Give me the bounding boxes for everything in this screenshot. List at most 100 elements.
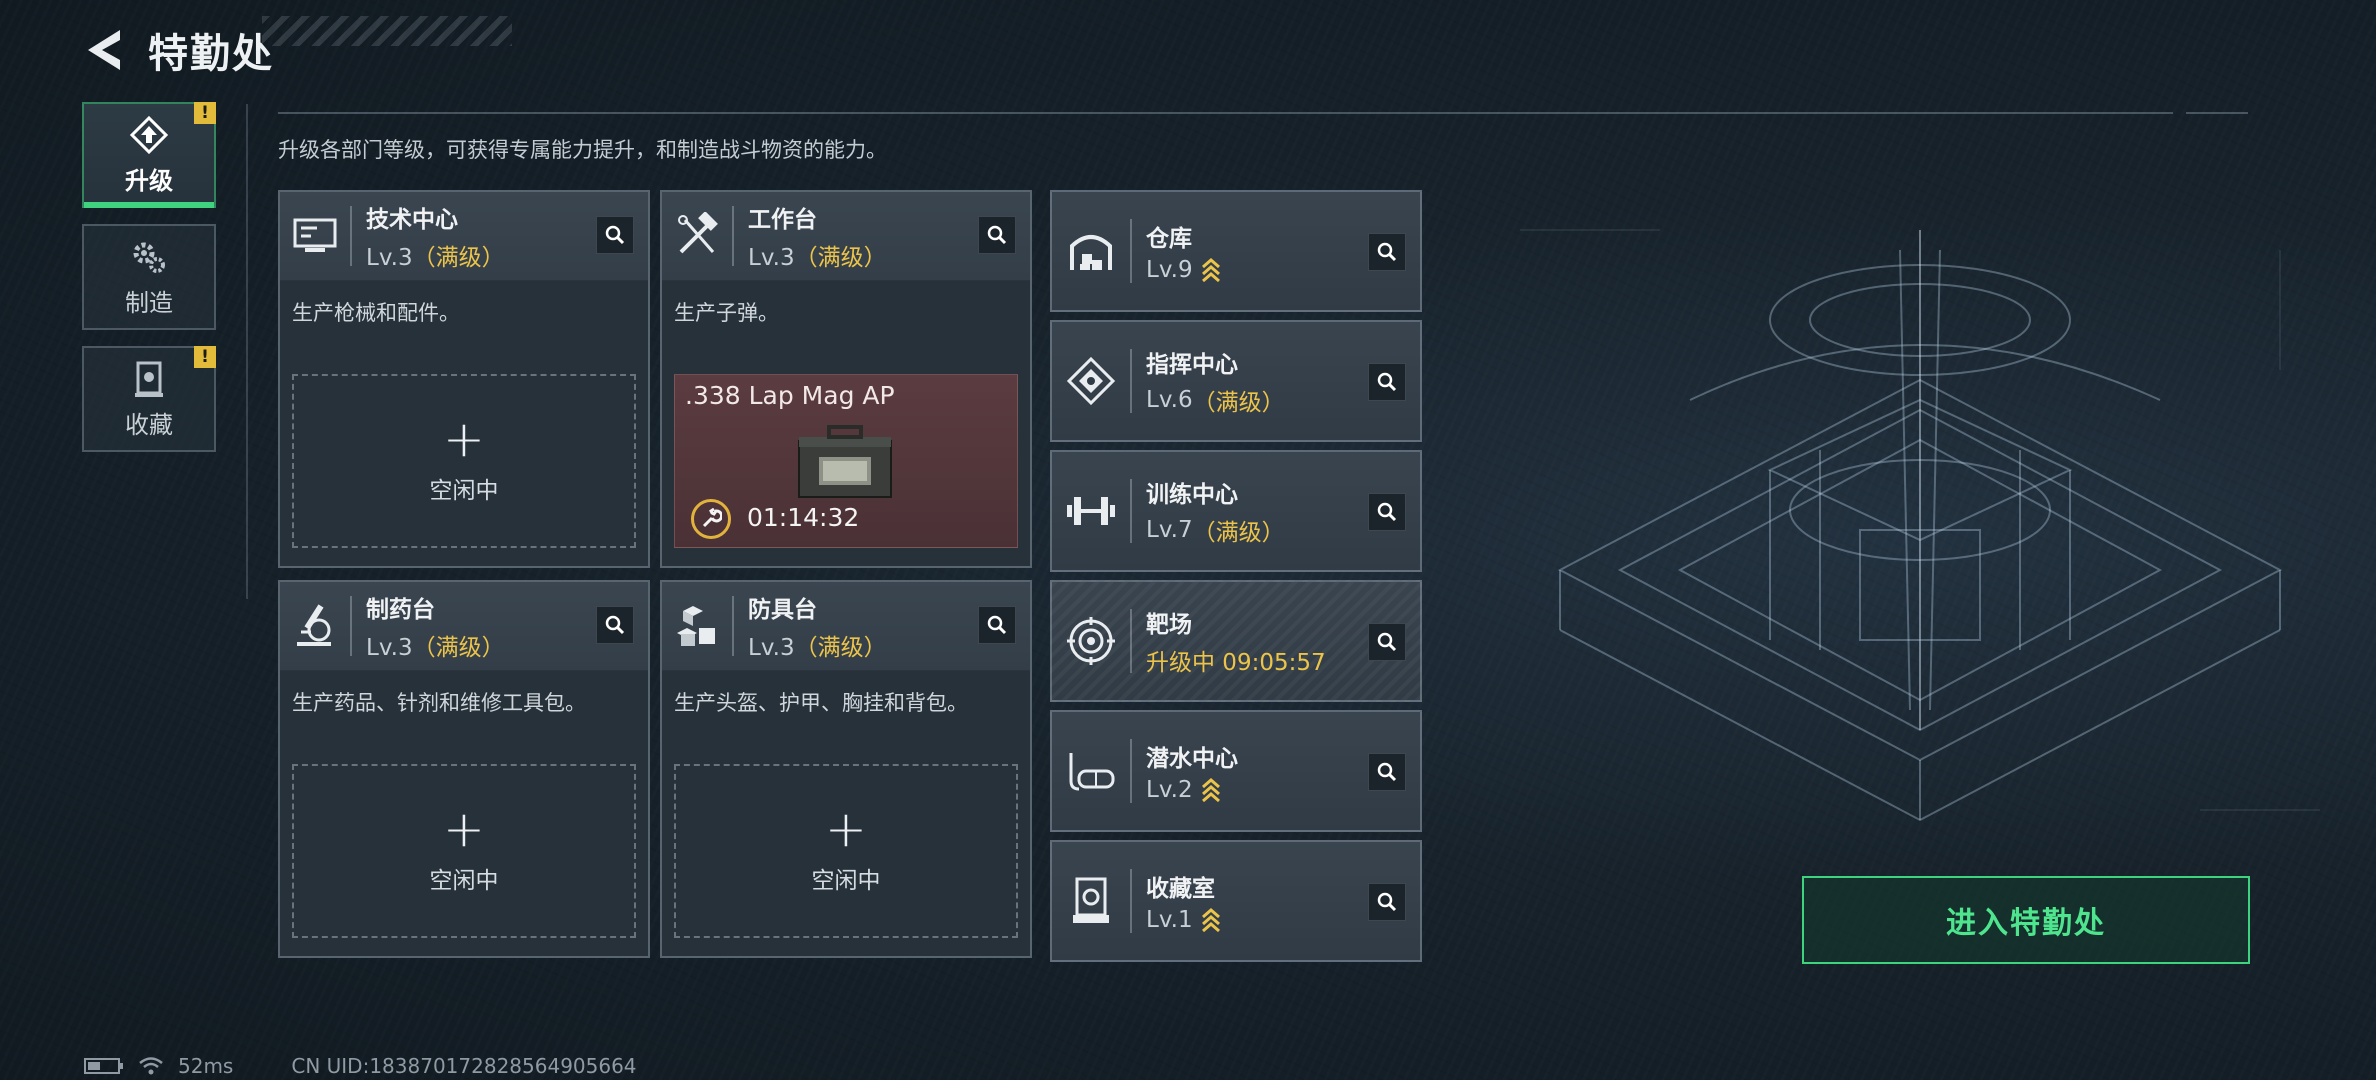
product-name: .338 Lap Mag AP xyxy=(685,381,895,410)
computer-icon xyxy=(280,192,350,280)
wrench-icon xyxy=(691,499,731,539)
max-level-tag: （满级） xyxy=(794,635,887,661)
facility-level: Lv.9 xyxy=(1146,257,1193,283)
inspect-button[interactable] xyxy=(978,216,1016,254)
tab-upgrade[interactable]: 升级 ! xyxy=(82,102,216,208)
facility-card-workbench[interactable]: 工作台 Lv.3（满级） 生产子弹。 .338 Lap Mag AP 01:14… xyxy=(660,190,1032,568)
facility-name: 制药台 xyxy=(366,597,435,623)
separator xyxy=(732,206,734,266)
max-level-tag: （满级） xyxy=(794,245,887,271)
add-icon: + xyxy=(443,410,485,468)
facility-name: 训练中心 xyxy=(1146,482,1238,508)
facility-level: Lv.6 xyxy=(1146,387,1193,413)
ammo-box-image xyxy=(798,425,892,498)
inspect-button[interactable] xyxy=(596,216,634,254)
facility-name: 仓库 xyxy=(1146,226,1192,252)
facility-row-storage[interactable]: 仓库 Lv.9 xyxy=(1050,190,1422,312)
facility-level: Lv.3 xyxy=(366,245,413,271)
facility-description: 生产枪械和配件。 xyxy=(292,301,460,325)
card-header: 制药台 Lv.3（满级） xyxy=(280,582,648,671)
search-icon xyxy=(1377,632,1397,652)
page-header: 特勤处 xyxy=(80,20,274,80)
emblem-icon xyxy=(1052,320,1130,442)
inspect-button[interactable] xyxy=(596,606,634,644)
slot-status: 空闲中 xyxy=(429,478,499,504)
inspect-button[interactable] xyxy=(1368,363,1406,401)
warehouse-icon xyxy=(1052,190,1130,312)
diving-mask-icon xyxy=(1052,710,1130,832)
upgrade-available-icon xyxy=(1201,258,1220,283)
slot-status: 空闲中 xyxy=(811,868,881,894)
card-header: 技术中心 Lv.3（满级） xyxy=(280,192,648,281)
facility-level: Lv.1 xyxy=(1146,907,1193,933)
production-slot-idle[interactable]: + 空闲中 xyxy=(292,374,636,548)
facility-row-training[interactable]: 训练中心 Lv.7 （满级） xyxy=(1050,450,1422,572)
facility-card-tech-center[interactable]: 技术中心 Lv.3（满级） 生产枪械和配件。 + 空闲中 xyxy=(278,190,650,568)
facility-level: Lv.3 xyxy=(748,635,795,661)
facility-card-pharmacy[interactable]: 制药台 Lv.3（满级） 生产药品、针剂和维修工具包。 + 空闲中 xyxy=(278,580,650,958)
back-button[interactable] xyxy=(80,26,128,74)
facility-name: 靶场 xyxy=(1146,612,1192,638)
facility-row-collection-room[interactable]: 收藏室 Lv.1 xyxy=(1050,840,1422,962)
battery-icon xyxy=(84,1058,123,1074)
upgrade-available-icon xyxy=(1201,908,1220,933)
facility-name: 收藏室 xyxy=(1146,876,1215,902)
production-slot-idle[interactable]: + 空闲中 xyxy=(292,764,636,938)
facility-row-range[interactable]: 靶场 升级中 09:05:57 xyxy=(1050,580,1422,702)
inspect-button[interactable] xyxy=(1368,753,1406,791)
facility-row-command[interactable]: 指挥中心 Lv.6 （满级） xyxy=(1050,320,1422,442)
facility-description: 生产头盔、护甲、胸挂和背包。 xyxy=(674,691,968,715)
search-icon xyxy=(605,615,625,635)
facility-description: 生产子弹。 xyxy=(674,301,779,325)
inspect-button[interactable] xyxy=(1368,493,1406,531)
inspect-button[interactable] xyxy=(1368,623,1406,661)
facility-level: Lv.7 xyxy=(1146,517,1193,543)
facility-name: 防具台 xyxy=(748,597,817,623)
tab-collection-label: 收藏 xyxy=(125,410,173,439)
facility-name: 工作台 xyxy=(748,207,817,233)
display-case-icon xyxy=(1052,840,1130,962)
max-level-tag: （满级） xyxy=(412,635,505,661)
tab-craft[interactable]: 制造 xyxy=(82,224,216,330)
facility-level: Lv.3 xyxy=(748,245,795,271)
page-title: 特勤处 xyxy=(148,31,274,77)
page-description: 升级各部门等级，可获得专属能力提升，和制造战斗物资的能力。 xyxy=(278,138,887,162)
divider-line xyxy=(278,112,2173,114)
max-level-tag: （满级） xyxy=(1192,390,1285,416)
inspect-button[interactable] xyxy=(978,606,1016,644)
search-icon xyxy=(1377,502,1397,522)
dumbbell-icon xyxy=(1052,450,1130,572)
tab-collection[interactable]: 收藏 ! xyxy=(82,346,216,452)
search-icon xyxy=(1377,372,1397,392)
inspect-button[interactable] xyxy=(1368,883,1406,921)
separator xyxy=(350,596,352,656)
wifi-icon xyxy=(139,1057,163,1075)
production-slot-active[interactable]: .338 Lap Mag AP 01:14:32 xyxy=(674,374,1018,548)
gears-icon xyxy=(133,242,165,273)
target-icon xyxy=(1052,580,1130,702)
search-icon xyxy=(1377,762,1397,782)
ping-value: 52ms xyxy=(178,1054,234,1078)
production-slot-idle[interactable]: + 空闲中 xyxy=(674,764,1018,938)
facility-description: 生产药品、针剂和维修工具包。 xyxy=(292,691,586,715)
add-icon: + xyxy=(443,800,485,858)
separator xyxy=(350,206,352,266)
enter-special-ops-button[interactable]: 进入特勤处 xyxy=(1802,876,2250,964)
upgrade-status: 升级中 09:05:57 xyxy=(1146,650,1326,676)
facility-card-armor[interactable]: 防具台 Lv.3（满级） 生产头盔、护甲、胸挂和背包。 + 空闲中 xyxy=(660,580,1032,958)
tab-craft-label: 制造 xyxy=(125,288,173,317)
max-level-tag: （满级） xyxy=(412,245,505,271)
separator xyxy=(1130,869,1132,933)
microscope-icon xyxy=(280,582,350,670)
facility-hologram-artwork xyxy=(1520,229,2320,822)
separator xyxy=(1130,219,1132,283)
facility-level: Lv.2 xyxy=(1146,777,1193,803)
inspect-button[interactable] xyxy=(1368,233,1406,271)
search-icon xyxy=(605,225,625,245)
separator xyxy=(1130,479,1132,543)
alert-badge: ! xyxy=(194,102,216,124)
facility-row-dive-center[interactable]: 潜水中心 Lv.2 xyxy=(1050,710,1422,832)
separator xyxy=(1130,609,1132,673)
upgrade-available-icon xyxy=(1201,778,1220,803)
facility-name: 潜水中心 xyxy=(1146,746,1238,772)
